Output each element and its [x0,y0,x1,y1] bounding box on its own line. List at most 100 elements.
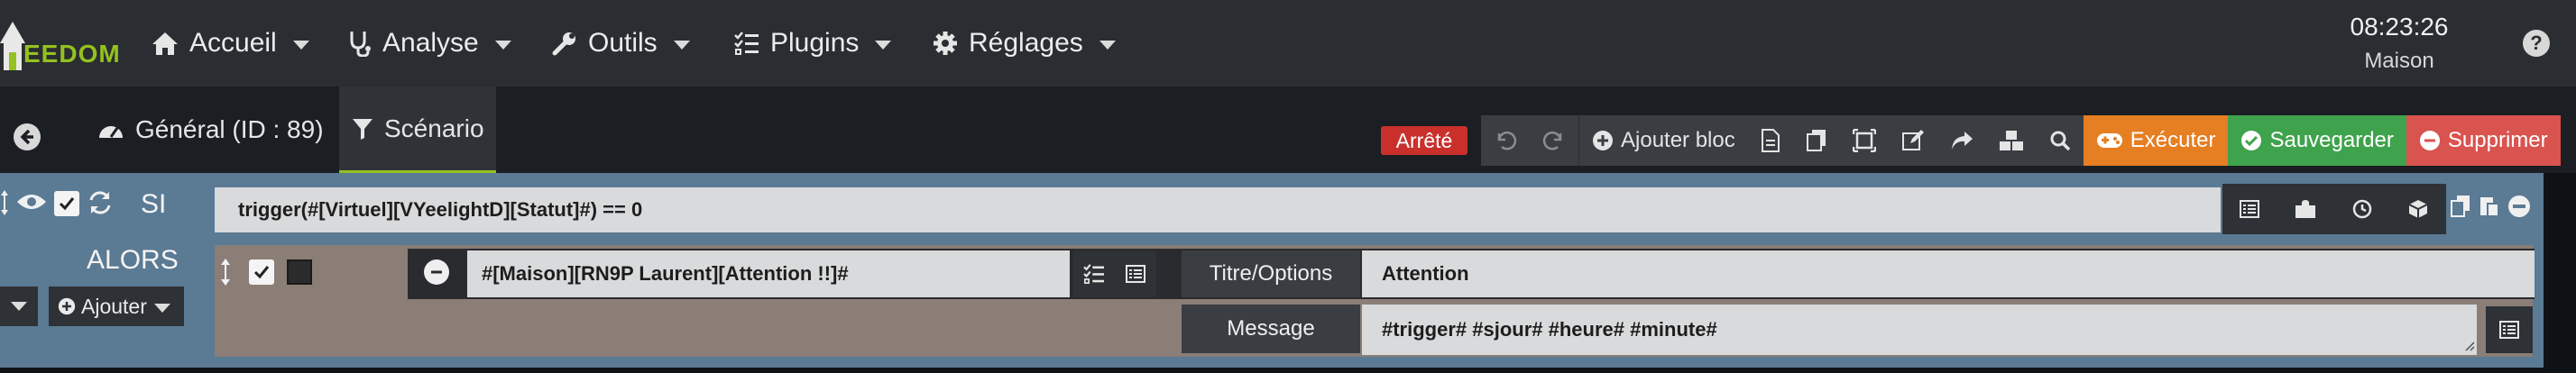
gamepad-icon [2096,133,2122,148]
check-icon [253,266,270,279]
plus-circle-icon [1593,131,1613,150]
action-command-input[interactable]: #[Maison][RN9P Laurent][Attention !!]# [467,250,1070,297]
message-options-button[interactable] [2486,306,2533,353]
delete-label: Supprimer [2447,128,2548,152]
add-block-button[interactable]: Ajouter bloc [1578,115,1748,166]
condition-input[interactable]: trigger(#[Virtuel][VYeelightD][Statut]#)… [215,187,2221,232]
share-button[interactable] [1937,115,1986,166]
share-icon [1951,132,1973,150]
cubes-icon [1999,131,2023,150]
undo-button[interactable] [1481,115,1530,166]
plus-circle-icon [58,297,76,315]
nav-analyse[interactable]: Analyse [348,0,511,86]
add-action-label: Ajouter [81,294,147,318]
edit-icon [1901,130,1924,150]
chevron-down-icon [494,41,511,50]
minus-circle-icon [2419,131,2440,150]
minus-circle-icon[interactable] [2507,195,2531,218]
nav-outils[interactable]: Outils [552,0,690,86]
resize-handle-icon[interactable] [2464,341,2475,351]
alors-label: ALORS [87,245,179,275]
redo-icon [1542,132,1562,150]
enable-checkbox[interactable] [54,191,79,216]
select-list-button[interactable] [1115,250,1156,297]
help-icon[interactable]: ? [2523,30,2550,57]
file-text-icon [1761,129,1780,152]
house-logo-icon [0,22,25,70]
copy-icon[interactable] [2450,195,2471,218]
chevron-down-icon [673,41,690,50]
add-action-button[interactable]: Ajouter [49,287,184,326]
title-options-input[interactable]: Attention [1362,250,2535,297]
delete-button[interactable]: Supprimer [2406,115,2561,166]
action-enable-checkbox[interactable] [249,259,274,285]
filter-icon [353,118,373,140]
block-copy-buttons [2450,195,2531,218]
log-button[interactable] [1748,115,1793,166]
puzzle-icon[interactable] [2294,198,2317,220]
logo-text: EEDOM [23,40,121,68]
fullscreen-button[interactable] [1840,115,1889,166]
drag-handle-icon[interactable] [0,189,9,216]
dependencies-button[interactable] [1986,115,2037,166]
copy-icon [1806,130,1826,151]
add-block-label: Ajouter bloc [1621,128,1735,152]
cube-icon[interactable] [2407,198,2429,220]
back-button[interactable] [14,123,41,150]
chevron-down-icon [875,41,892,50]
history-icon[interactable] [2351,198,2373,220]
clock-place: Maison [2364,49,2434,73]
condition-tools [2222,184,2446,234]
action-parallel-checkbox[interactable] [287,259,312,285]
nav-label-reglages: Réglages [969,28,1083,58]
nav-accueil[interactable]: Accueil [152,0,309,86]
search-icon [2050,131,2070,151]
scenario-toolbar: Ajouter bloc Exécuter Sauvegarder Suppri… [1481,115,2561,166]
check-icon [59,197,75,211]
remove-action-button[interactable] [424,259,449,285]
eye-icon[interactable] [16,191,47,213]
dashboard-icon [99,126,123,138]
message-label: Message [1182,305,1360,353]
jeedom-logo[interactable]: EEDOM [0,13,126,74]
message-textarea[interactable]: #trigger# #sjour# #heure# #minute# [1362,305,2477,355]
tab-general[interactable]: Général (ID : 89) [94,86,327,173]
refresh-icon[interactable] [87,189,114,216]
nav-reglages[interactable]: Réglages [933,0,1116,86]
nav-label-analyse: Analyse [382,28,479,58]
tab-scenario[interactable]: Scénario [339,86,496,173]
tab-scenario-label: Scénario [384,114,484,142]
home-icon [152,32,178,55]
duplicate-button[interactable] [1793,115,1840,166]
minus-icon [431,270,442,274]
nav-plugins[interactable]: Plugins [734,0,892,86]
drag-handle-icon[interactable] [220,258,231,287]
list-alt-icon [2499,321,2519,339]
paste-icon[interactable] [2479,195,2500,218]
run-label: Exécuter [2130,128,2216,152]
check-circle-icon [2241,131,2262,150]
wrench-icon [552,32,575,56]
clock-time: 08:23:26 [2350,13,2449,41]
select-command-button[interactable] [1073,250,1115,297]
nav-label-outils: Outils [588,28,658,58]
tasks-icon [734,32,759,55]
status-badge: Arrêté [1381,126,1467,155]
arrow-left-icon [20,129,33,145]
search-button[interactable] [2037,115,2084,166]
redo-button[interactable] [1530,115,1578,166]
chevron-down-icon [292,41,309,50]
gear-icon [934,32,957,55]
chevron-down-icon [11,302,27,311]
tab-general-label: Général (ID : 89) [135,115,324,143]
edit-button[interactable] [1889,115,1937,166]
stethoscope-icon [350,32,371,57]
run-button[interactable]: Exécuter [2083,115,2229,166]
undo-icon [1497,132,1517,150]
si-label: SI [141,189,167,219]
list-alt-icon[interactable] [2240,200,2259,218]
block-dropdown-button[interactable] [0,287,38,326]
save-button[interactable]: Sauvegarder [2228,115,2406,166]
expand-icon [1852,129,1876,152]
chevron-down-icon [153,304,170,313]
